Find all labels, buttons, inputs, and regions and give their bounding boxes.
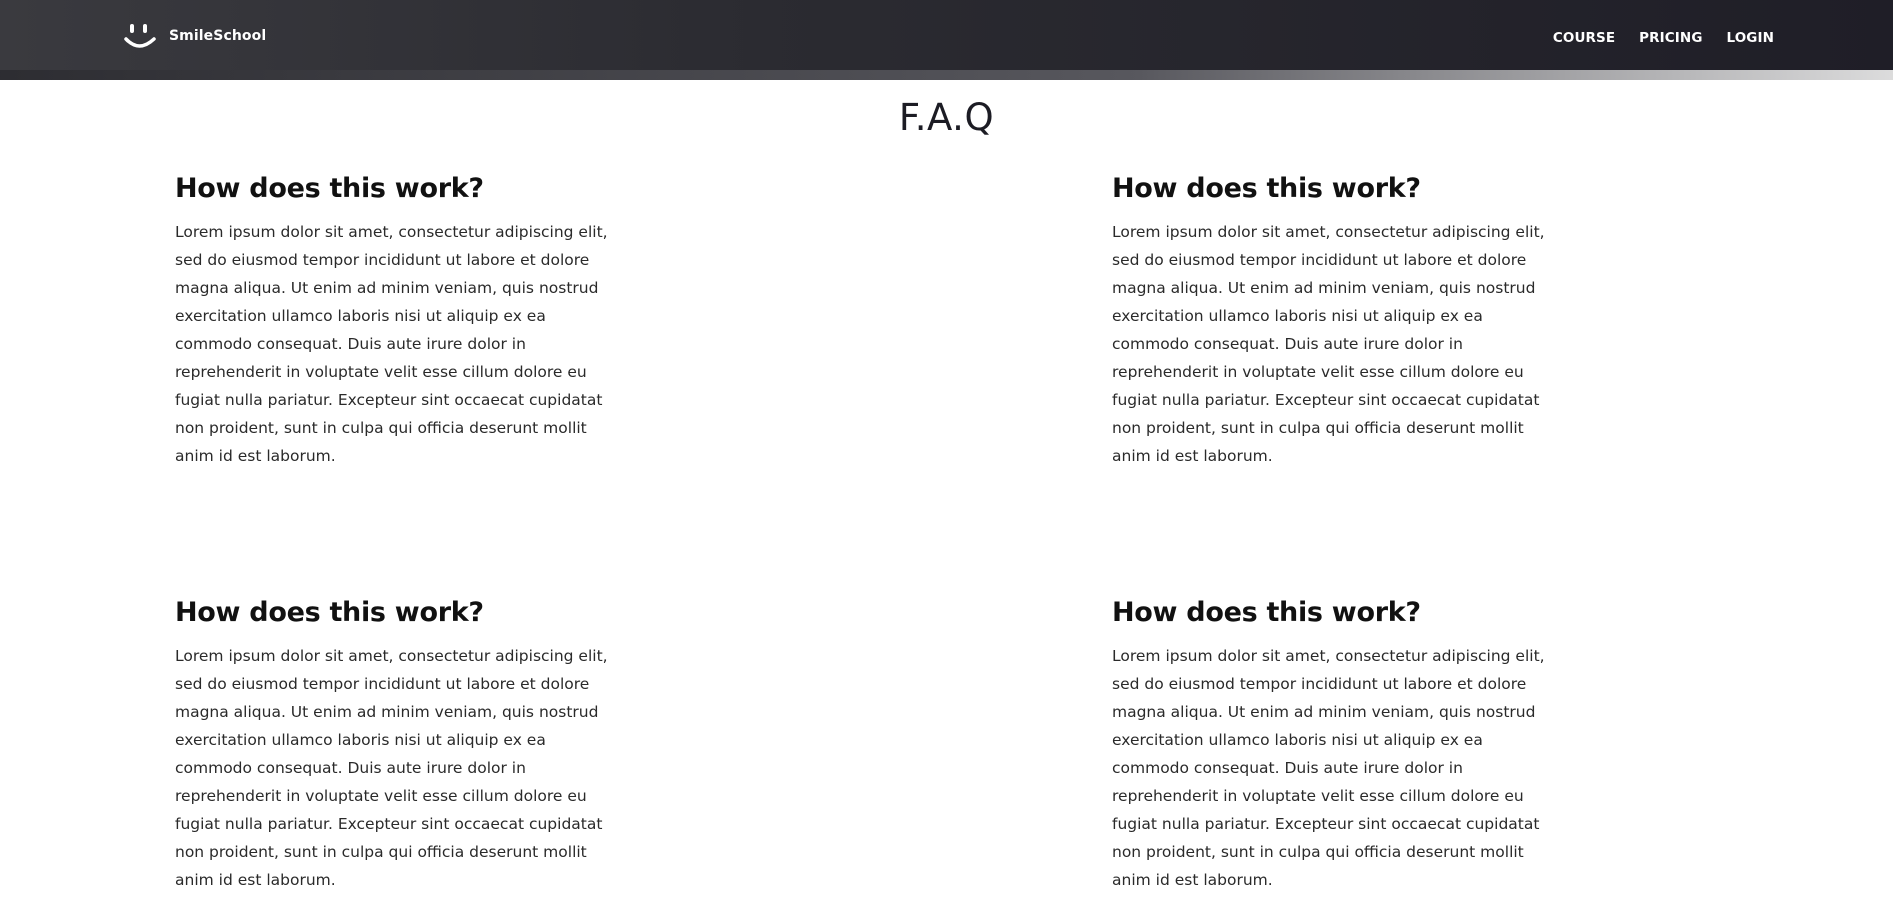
- faq-answer: Lorem ipsum dolor sit amet, consectetur …: [1112, 223, 1545, 465]
- faq-item: How does this work? Lorem ipsum dolor si…: [1112, 172, 1582, 470]
- faq-question: How does this work?: [175, 173, 484, 204]
- site-header: SmileSchool COURSE PRICING LOGIN: [0, 0, 1893, 80]
- nav-pricing-link[interactable]: PRICING: [1639, 30, 1702, 46]
- faq-answer: Lorem ipsum dolor sit amet, consectetur …: [1112, 647, 1545, 889]
- nav-course-link[interactable]: COURSE: [1553, 30, 1615, 46]
- faq-item: How does this work? Lorem ipsum dolor si…: [1112, 596, 1582, 894]
- faq-answer: Lorem ipsum dolor sit amet, consectetur …: [175, 647, 608, 889]
- faq-question: How does this work?: [1112, 173, 1421, 204]
- faq-answer: Lorem ipsum dolor sit amet, consectetur …: [175, 223, 608, 465]
- faq-item: How does this work? Lorem ipsum dolor si…: [175, 172, 645, 470]
- brand-name: SmileSchool: [169, 28, 267, 44]
- faq-question: How does this work?: [1112, 597, 1421, 628]
- faq-item: How does this work? Lorem ipsum dolor si…: [175, 596, 645, 894]
- smiley-logo-icon: [124, 24, 156, 48]
- main-nav: COURSE PRICING LOGIN: [1553, 30, 1774, 46]
- faq-question: How does this work?: [175, 597, 484, 628]
- nav-login-link[interactable]: LOGIN: [1727, 30, 1775, 46]
- brand-link[interactable]: SmileSchool: [123, 20, 266, 52]
- page-title: F.A.Q: [898, 96, 995, 139]
- header-shadow: [0, 70, 1893, 80]
